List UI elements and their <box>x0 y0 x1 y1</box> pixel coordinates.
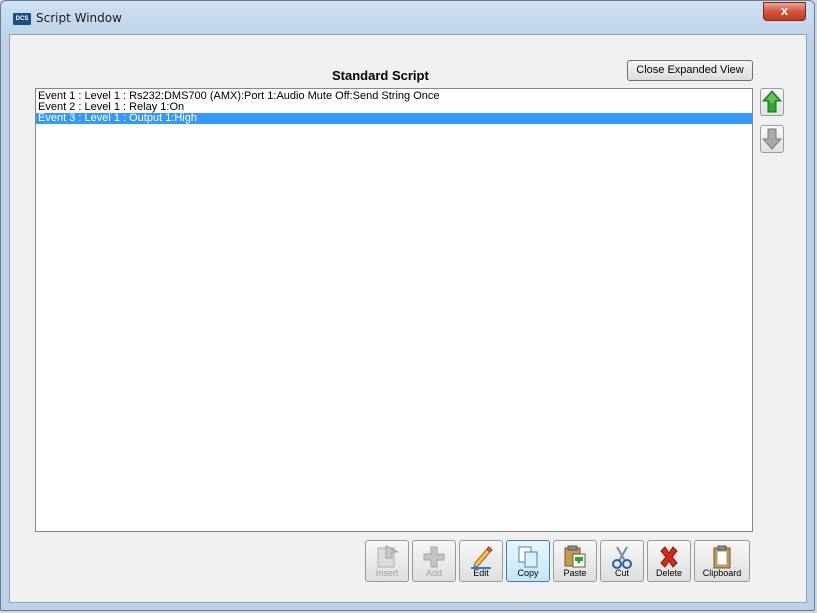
close-window-button[interactable]: x <box>763 2 806 21</box>
delete-button[interactable]: Delete <box>647 540 691 582</box>
move-up-button[interactable] <box>760 88 784 116</box>
clipboard-label: Clipboard <box>702 568 742 578</box>
script-window: DCS Script Window x Standard Script Clos… <box>0 0 815 611</box>
edit-button[interactable]: Edit <box>459 540 503 582</box>
window-title: Script Window <box>36 11 122 25</box>
pencil-icon <box>471 546 493 569</box>
delete-label: Delete <box>655 568 682 578</box>
gray-down-arrow-icon <box>761 128 783 150</box>
clipboard-icon <box>713 545 731 569</box>
plus-icon <box>423 546 445 568</box>
copy-button[interactable]: Copy <box>506 540 550 582</box>
script-event-list[interactable]: Event 1 : Level 1 : Rs232:DMS700 (AMX):P… <box>35 88 753 532</box>
move-down-button[interactable] <box>760 125 784 153</box>
cut-button[interactable]: Cut <box>600 540 644 582</box>
copy-label: Copy <box>517 568 539 578</box>
title-bar[interactable]: DCS Script Window x <box>1 1 814 35</box>
edit-label: Edit <box>473 568 489 578</box>
clipboard-button[interactable]: Clipboard <box>694 540 750 582</box>
paste-label: Paste <box>563 568 587 578</box>
app-icon: DCS <box>13 13 31 25</box>
client-area: Standard Script Close Expanded View Even… <box>9 34 807 603</box>
insert-button[interactable]: Insert <box>365 540 409 582</box>
copy-icon <box>518 546 538 568</box>
red-x-icon <box>660 546 678 568</box>
paste-button[interactable]: Paste <box>553 540 597 582</box>
add-label: Add <box>425 568 442 578</box>
close-expanded-view-button[interactable]: Close Expanded View <box>627 60 753 81</box>
add-button[interactable]: Add <box>412 540 456 582</box>
insert-icon <box>377 545 399 568</box>
insert-label: Insert <box>375 568 399 578</box>
green-up-arrow-icon <box>761 90 783 113</box>
event-row-3[interactable]: Event 3 : Level 1 : Output 1:High <box>36 113 752 124</box>
scissors-icon <box>612 546 632 569</box>
script-heading: Standard Script <box>332 68 429 83</box>
cut-label: Cut <box>614 568 629 578</box>
paste-icon <box>564 545 586 568</box>
